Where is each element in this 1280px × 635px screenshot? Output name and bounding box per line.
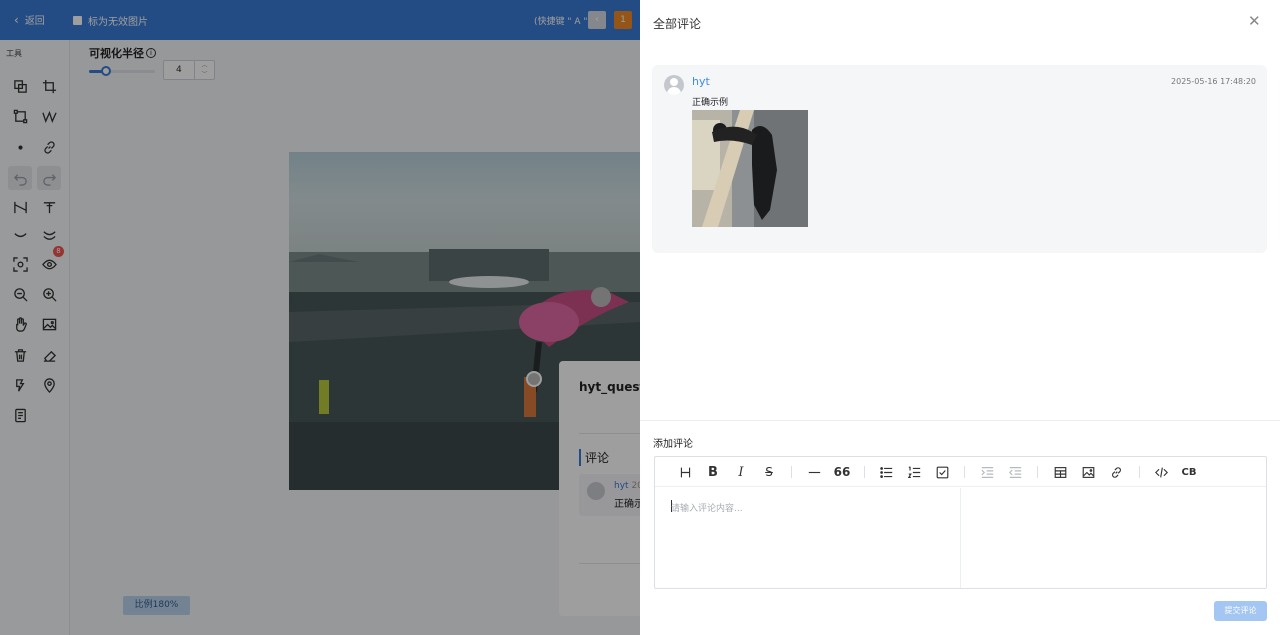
table-icon[interactable] [1052,464,1068,480]
bullet-list-icon[interactable] [878,464,894,480]
quote-icon[interactable]: 66 [834,464,851,480]
code-icon[interactable] [1153,464,1169,480]
close-icon[interactable]: ✕ [1248,12,1261,30]
comment-item: hyt 2025-05-16 17:48:20 正确示例 [652,65,1267,253]
insert-image-icon[interactable] [1080,464,1096,480]
toolbar-separator [964,466,965,478]
code-block-icon[interactable]: CB [1181,464,1197,480]
italic-icon[interactable]: I [733,464,749,480]
comment-editor: B I S 66 CB 请输入评论内容... [654,456,1267,589]
insert-link-icon[interactable] [1108,464,1124,480]
comment-text: 正确示例 [692,98,729,108]
avatar [664,75,684,95]
divider [640,420,1280,421]
toolbar-separator [864,466,865,478]
toolbar-separator [791,466,792,478]
strikethrough-icon[interactable]: S [761,464,777,480]
numbered-list-icon[interactable] [906,464,922,480]
toolbar-separator [1139,466,1140,478]
comments-drawer: 全部评论 ✕ hyt 2025-05-16 17:48:20 正确示例 添加评论… [640,0,1280,635]
bold-icon[interactable]: B [705,464,721,480]
drawer-title: 全部评论 [653,17,702,31]
comment-attachment-image[interactable] [692,110,808,227]
task-list-icon[interactable] [934,464,950,480]
comment-timestamp: 2025-05-16 17:48:20 [1171,77,1256,86]
outdent-icon[interactable] [1007,464,1023,480]
toolbar-separator [1037,466,1038,478]
horizontal-rule-icon[interactable] [806,464,822,480]
comment-input[interactable]: 请输入评论内容... [655,488,961,588]
comment-user[interactable]: hyt [692,75,710,88]
editor-toolbar: B I S 66 CB [655,457,1266,487]
add-comment-title: 添加评论 [653,439,693,450]
indent-icon[interactable] [979,464,995,480]
comment-placeholder: 请输入评论内容... [671,504,743,514]
submit-comment-button[interactable]: 提交评论 [1214,601,1267,621]
heading-icon[interactable] [677,464,693,480]
